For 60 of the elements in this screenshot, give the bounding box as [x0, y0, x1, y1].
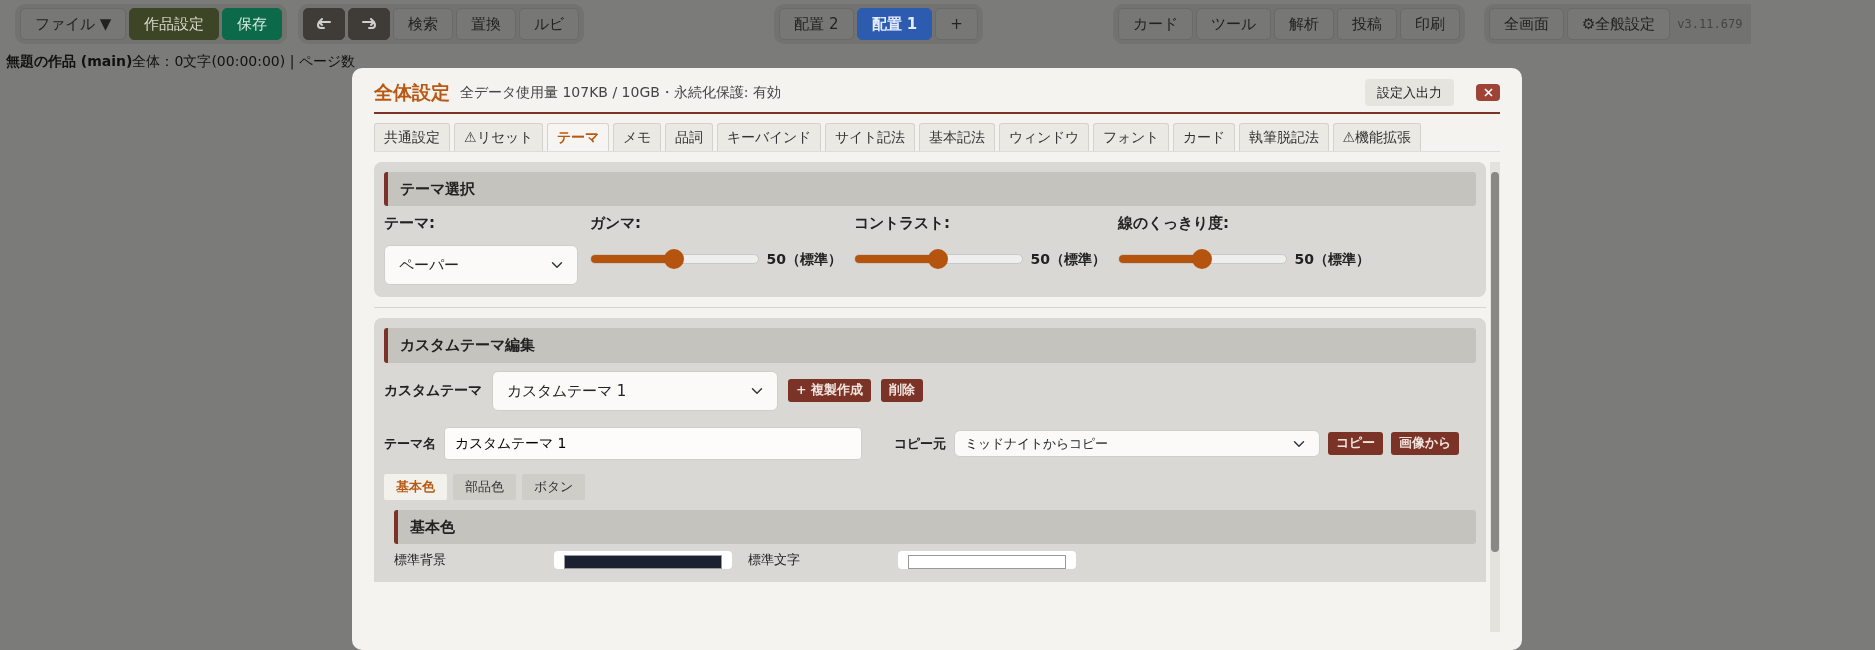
- theme-dropdown[interactable]: ペーパー: [384, 244, 578, 285]
- slider-label: コントラスト:: [854, 213, 951, 234]
- settings-tab[interactable]: 基本記法: [918, 122, 995, 151]
- slider-label: 線のくっきり度:: [1118, 213, 1230, 234]
- settings-tab[interactable]: フォント: [1092, 122, 1169, 151]
- file-menu-button[interactable]: ファイル ▼: [20, 8, 127, 40]
- field-label: テーマ:: [384, 213, 436, 234]
- slider-label: ガンマ:: [590, 213, 642, 234]
- toolbar-button[interactable]: 全画面: [1488, 8, 1564, 40]
- work-title: 無題の作品 (main): [6, 53, 133, 69]
- slider-reading: 50（標準）: [1294, 249, 1370, 269]
- toolbar-button[interactable]: 投稿: [1336, 8, 1397, 40]
- slider-reading: 50（標準）: [766, 249, 842, 269]
- small-button[interactable]: コピー: [1328, 432, 1383, 455]
- small-button[interactable]: + 複製作成: [788, 379, 871, 403]
- field-label: テーマ名: [384, 434, 436, 453]
- toolbar-button[interactable]: 保存: [222, 8, 283, 40]
- color-label: 標準文字: [748, 551, 801, 569]
- custom-theme-dropdown[interactable]: カスタムテーマ 1: [492, 370, 778, 411]
- settings-tab[interactable]: カード: [1172, 122, 1235, 151]
- dialog-title: 全体設定: [374, 80, 450, 105]
- color-tab[interactable]: 部品色: [453, 474, 516, 500]
- toolbar-button[interactable]: 作品設定: [129, 8, 220, 40]
- field-label: コピー元: [894, 434, 946, 453]
- toolbar-button[interactable]: 検索: [393, 8, 454, 40]
- settings-tab[interactable]: メモ: [612, 122, 661, 151]
- settings-tab[interactable]: キーバインド: [716, 122, 821, 151]
- toolbar-button[interactable]: ⚙全般設定: [1566, 8, 1671, 40]
- layout-tab[interactable]: 配置 1: [856, 8, 933, 40]
- settings-tab[interactable]: 執筆脱記法: [1238, 122, 1329, 151]
- toolbar-button[interactable]: 解析: [1273, 8, 1334, 40]
- usage-text: 全データ使用量 107KB / 10GB・永続化保護: 有効: [460, 82, 781, 102]
- stats-text: 全体：0文字(00:00:00) | ページ数: [132, 53, 355, 69]
- settings-tab[interactable]: ウィンドウ: [998, 122, 1089, 151]
- color-tab[interactable]: ボタン: [522, 474, 585, 500]
- settings-tab[interactable]: 品詞: [664, 122, 713, 151]
- toolbar-button[interactable]: ツール: [1195, 8, 1271, 40]
- toolbar-button[interactable]: 印刷: [1399, 8, 1460, 40]
- toolbar-button[interactable]: カード: [1117, 8, 1193, 40]
- settings-tab[interactable]: 共通設定: [374, 122, 450, 151]
- layout-tab[interactable]: 配置 2: [779, 8, 854, 40]
- small-button[interactable]: 画像から: [1391, 432, 1459, 455]
- import-export-button[interactable]: 設定入出力: [1365, 78, 1454, 106]
- section-header: カスタムテーマ編集: [384, 328, 1476, 363]
- slider-reading: 50（標準）: [1030, 249, 1106, 269]
- settings-tab[interactable]: サイト記法: [824, 122, 915, 151]
- section-header: テーマ選択: [384, 171, 1476, 206]
- settings-tab[interactable]: ⚠リセット: [454, 122, 543, 151]
- small-button[interactable]: 削除: [880, 379, 923, 403]
- add-layout-button[interactable]: +: [935, 8, 978, 40]
- theme-name-field[interactable]: カスタムテーマ 1: [444, 427, 862, 460]
- settings-tab[interactable]: テーマ: [546, 122, 609, 151]
- settings-tab[interactable]: ⚠機能拡張: [1332, 122, 1422, 151]
- color-tab[interactable]: 基本色: [384, 474, 447, 500]
- section-header: 基本色: [394, 509, 1476, 544]
- field-label: カスタムテーマ: [384, 381, 482, 401]
- copy-source-dropdown[interactable]: ミッドナイトからコピー: [954, 429, 1320, 458]
- toolbar-button[interactable]: 置換: [456, 8, 517, 40]
- toolbar-button[interactable]: ルビ: [519, 8, 580, 40]
- color-label: 標準背景: [394, 551, 447, 569]
